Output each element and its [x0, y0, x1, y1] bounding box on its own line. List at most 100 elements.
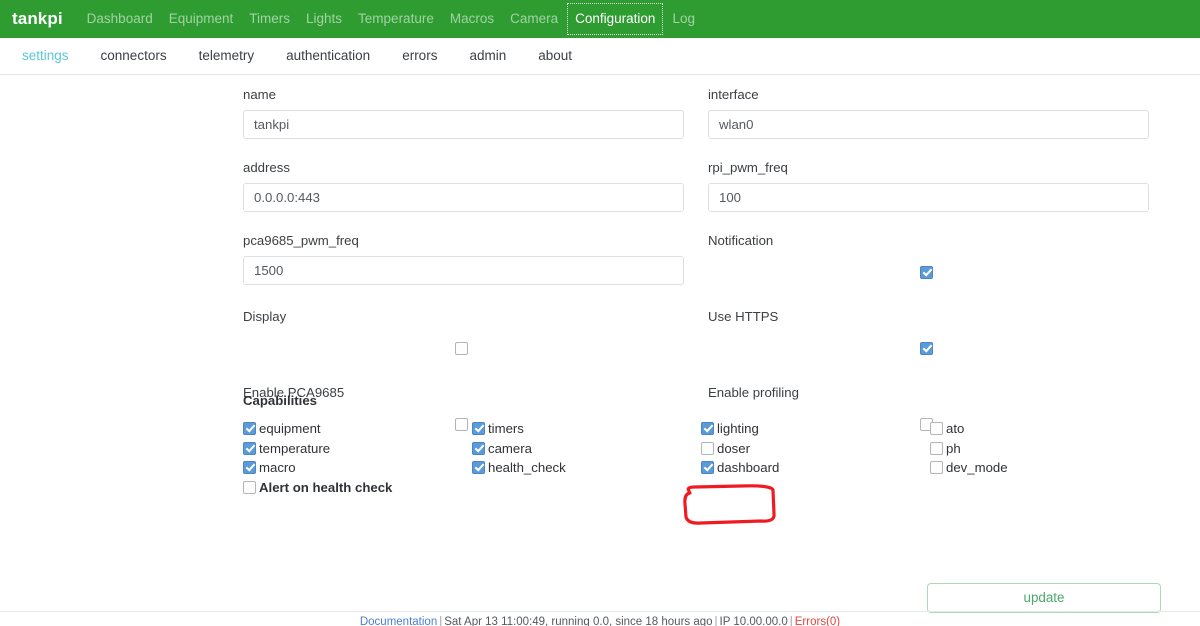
- tab-connectors[interactable]: connectors: [85, 38, 183, 74]
- capability-equipment-checkbox[interactable]: [243, 422, 256, 436]
- capability-doser-label: doser: [717, 440, 750, 456]
- field-group-notification: Notification: [708, 233, 1149, 288]
- capability-doser[interactable]: doser: [701, 439, 930, 459]
- top-navbar: tankpi Dashboard Equipment Timers Lights…: [0, 0, 1200, 38]
- nav-item-macros[interactable]: Macros: [442, 0, 502, 38]
- interface-input[interactable]: [708, 110, 1149, 139]
- nav-item-configuration[interactable]: Configuration: [566, 2, 664, 36]
- capability-health-check[interactable]: health_check: [472, 458, 701, 478]
- footer-ip-text: IP 10.00.00.0: [719, 616, 788, 626]
- field-row-3: pca9685_pwm_freq Notification: [243, 233, 1153, 288]
- capability-equipment-label: equipment: [259, 421, 321, 437]
- footer-status-text: Sat Apr 13 11:00:49, running 0.0, since …: [444, 616, 713, 626]
- nav-item-dashboard[interactable]: Dashboard: [79, 0, 161, 38]
- capability-dashboard-label: dashboard: [717, 460, 780, 476]
- capability-ato[interactable]: ato: [930, 419, 1159, 439]
- capability-equipment[interactable]: equipment: [243, 419, 472, 439]
- label-display: Display: [243, 309, 287, 324]
- notification-checkbox[interactable]: [920, 265, 933, 279]
- field-group-name: name: [243, 87, 684, 139]
- field-group-rpi-pwm-freq: rpi_pwm_freq: [708, 160, 1149, 212]
- address-input[interactable]: [243, 183, 684, 212]
- capability-lighting-label: lighting: [717, 421, 759, 437]
- footer-sep-1: |: [439, 616, 443, 626]
- capability-timers-checkbox[interactable]: [472, 422, 485, 436]
- capability-alert-on-health-check-checkbox[interactable]: [243, 480, 256, 494]
- nav-item-log[interactable]: Log: [664, 0, 703, 38]
- capability-lighting-checkbox[interactable]: [701, 422, 714, 436]
- label-address: address: [243, 160, 290, 175]
- capability-timers-label: timers: [488, 421, 524, 437]
- tab-authentication[interactable]: authentication: [270, 38, 386, 74]
- nav-item-camera[interactable]: Camera: [502, 0, 566, 38]
- update-button[interactable]: update: [927, 583, 1161, 613]
- capability-camera-label: camera: [488, 440, 532, 456]
- capability-health-check-checkbox[interactable]: [472, 461, 485, 475]
- nav-item-equipment[interactable]: Equipment: [161, 0, 242, 38]
- label-rpi-pwm-freq: rpi_pwm_freq: [708, 160, 788, 175]
- field-group-pca9685-pwm-freq: pca9685_pwm_freq: [243, 233, 684, 288]
- field-group-interface: interface: [708, 87, 1149, 139]
- capability-dev-mode[interactable]: dev_mode: [930, 458, 1159, 478]
- capability-camera[interactable]: camera: [472, 439, 701, 459]
- field-group-display: Display: [243, 309, 684, 364]
- label-pca9685-pwm-freq: pca9685_pwm_freq: [243, 233, 359, 248]
- field-row-1: name interface: [243, 87, 1153, 139]
- use-https-checkbox[interactable]: [920, 341, 933, 355]
- capability-camera-checkbox[interactable]: [472, 441, 485, 455]
- footer-errors-link[interactable]: Errors(0): [795, 616, 840, 626]
- tab-settings[interactable]: settings: [6, 38, 85, 74]
- capabilities-column-4: ato ph dev_mode: [930, 419, 1159, 497]
- tab-telemetry[interactable]: telemetry: [183, 38, 271, 74]
- capability-dev-mode-checkbox[interactable]: [930, 461, 943, 475]
- capability-dashboard[interactable]: dashboard: [701, 458, 930, 478]
- capability-alert-on-health-check[interactable]: Alert on health check: [243, 478, 472, 498]
- name-input[interactable]: [243, 110, 684, 139]
- display-checkbox[interactable]: [455, 341, 468, 355]
- tab-errors[interactable]: errors: [386, 38, 453, 74]
- capability-temperature-checkbox[interactable]: [243, 441, 256, 455]
- notification-checkbox-wrap: [708, 256, 1149, 288]
- capability-timers[interactable]: timers: [472, 419, 701, 439]
- capability-ph[interactable]: ph: [930, 439, 1159, 459]
- capability-ph-checkbox[interactable]: [930, 441, 943, 455]
- capability-macro-checkbox[interactable]: [243, 461, 256, 475]
- capability-dev-mode-label: dev_mode: [946, 460, 1008, 476]
- brand-logo[interactable]: tankpi: [12, 9, 63, 29]
- capability-temperature[interactable]: temperature: [243, 439, 472, 459]
- capability-macro-label: macro: [259, 460, 296, 476]
- label-name: name: [243, 87, 276, 102]
- footer-sep-2: |: [714, 616, 718, 626]
- nav-item-lights[interactable]: Lights: [298, 0, 350, 38]
- capabilities-section: Capabilities equipment temperature macro: [243, 393, 1183, 497]
- label-interface: interface: [708, 87, 759, 102]
- capability-macro[interactable]: macro: [243, 458, 472, 478]
- capability-lighting[interactable]: lighting: [701, 419, 930, 439]
- rpi-pwm-freq-input[interactable]: [708, 183, 1149, 212]
- label-notification: Notification: [708, 233, 774, 248]
- capability-ph-label: ph: [946, 440, 961, 456]
- field-row-4: Display Use HTTPS: [243, 309, 1153, 364]
- field-group-use-https: Use HTTPS: [708, 309, 1149, 364]
- field-row-2: address rpi_pwm_freq: [243, 160, 1153, 212]
- capability-dashboard-checkbox[interactable]: [701, 461, 714, 475]
- nav-item-temperature[interactable]: Temperature: [350, 0, 442, 38]
- tab-admin[interactable]: admin: [453, 38, 522, 74]
- settings-field-grid: name interface address rpi_pwm_freq: [243, 87, 1153, 440]
- capabilities-column-2: timers camera health_check: [472, 419, 701, 497]
- footer-documentation-link[interactable]: Documentation: [360, 616, 437, 626]
- nav-item-timers[interactable]: Timers: [241, 0, 298, 38]
- capability-temperature-label: temperature: [259, 440, 331, 456]
- pca9685-pwm-freq-input[interactable]: [243, 256, 684, 285]
- capabilities-title: Capabilities: [243, 393, 318, 408]
- tab-about[interactable]: about: [522, 38, 588, 74]
- capability-ato-checkbox[interactable]: [930, 422, 943, 436]
- settings-form: name interface address rpi_pwm_freq: [0, 75, 1200, 626]
- settings-tabbar: settings connectors telemetry authentica…: [0, 38, 1200, 75]
- field-group-address: address: [243, 160, 684, 212]
- capability-doser-checkbox[interactable]: [701, 441, 714, 455]
